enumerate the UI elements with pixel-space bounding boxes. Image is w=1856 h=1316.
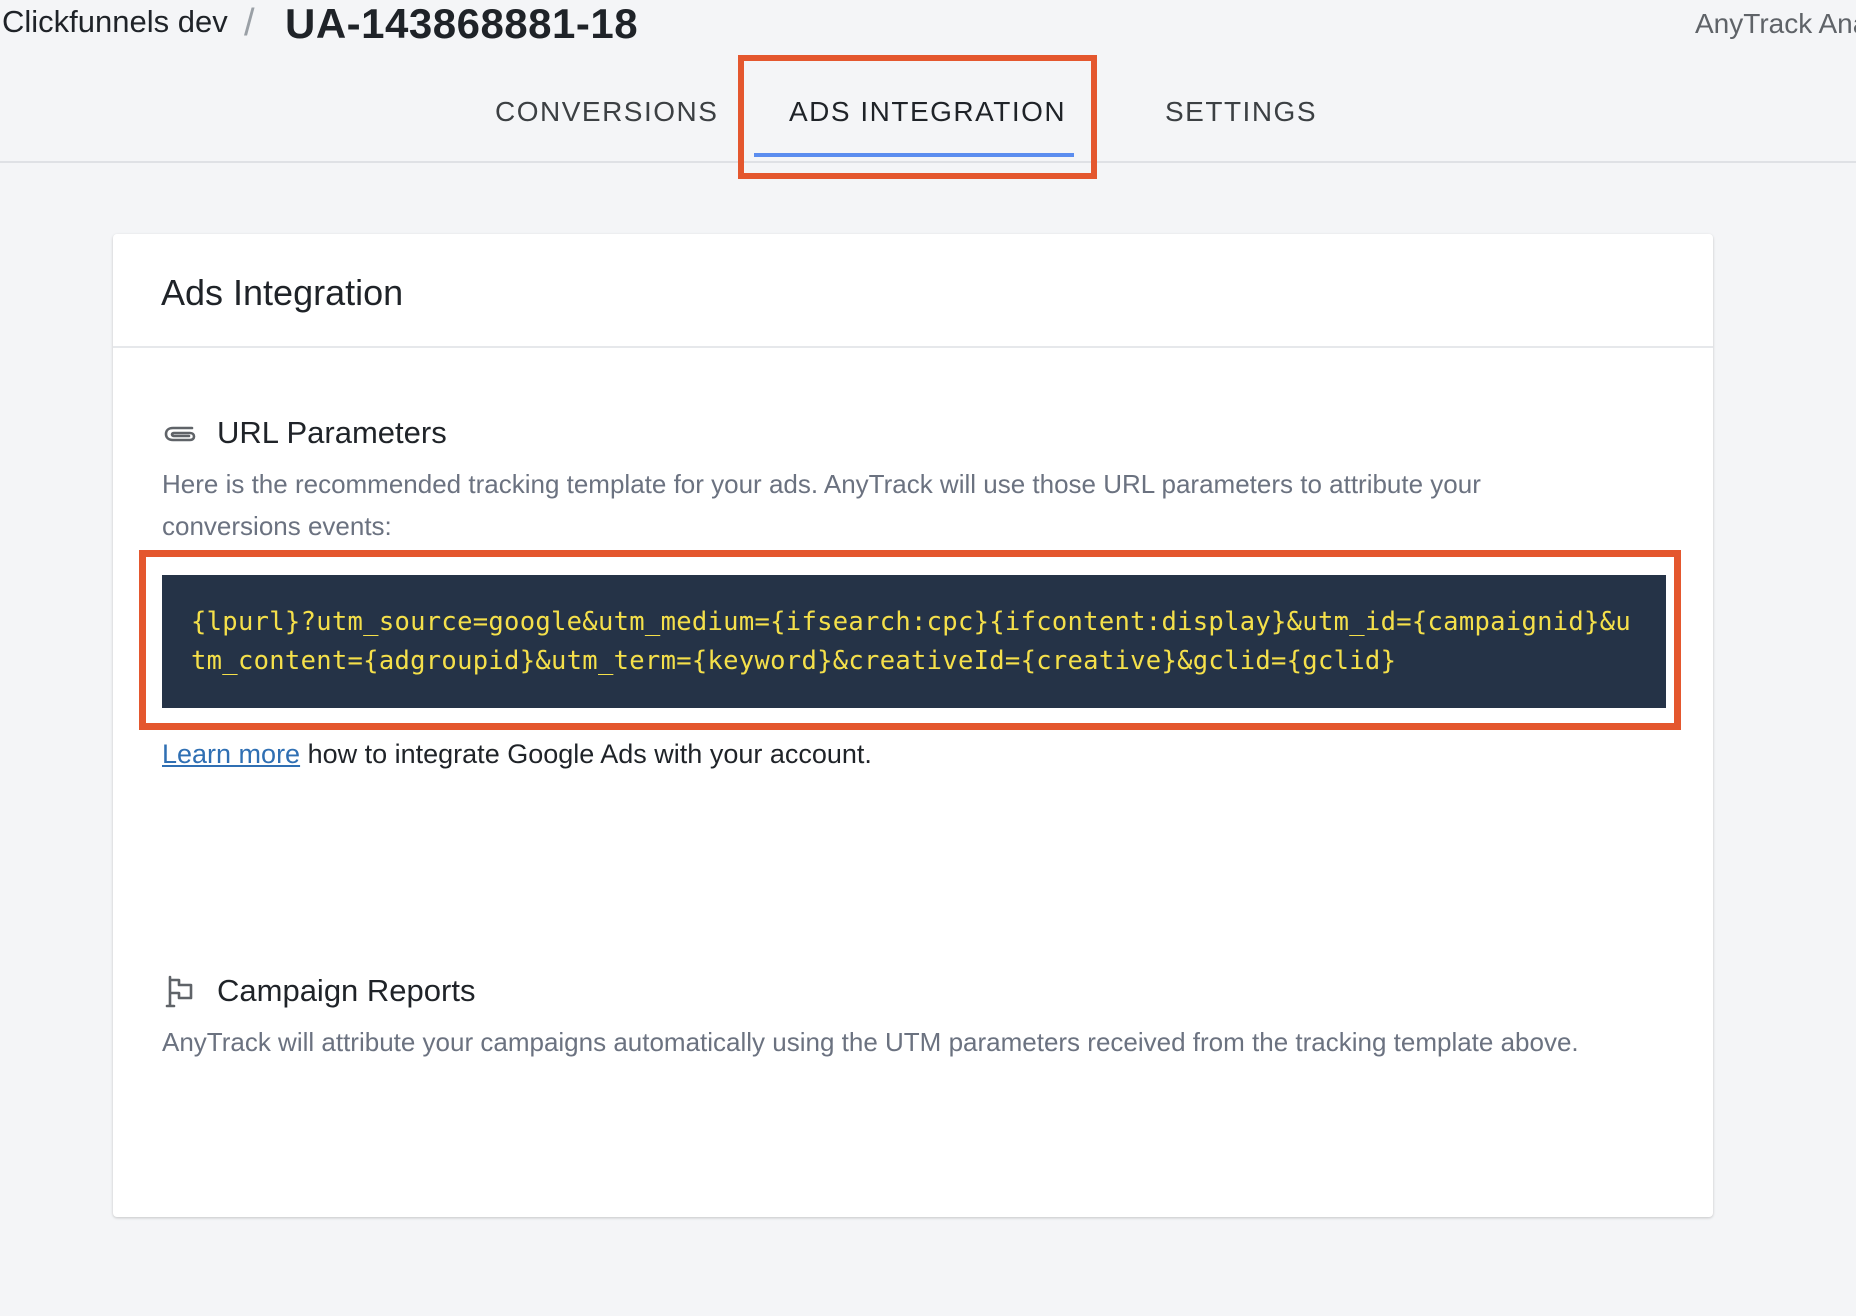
tab-conversions[interactable]: CONVERSIONS (495, 96, 718, 128)
tab-bar: CONVERSIONS ADS INTEGRATION SETTINGS (0, 52, 1856, 163)
campaign-reports-title: Campaign Reports (217, 973, 476, 1008)
tab-ads-integration[interactable]: ADS INTEGRATION (789, 96, 1066, 128)
learn-more-link[interactable]: Learn more (162, 739, 300, 769)
campaign-reports-header: Campaign Reports (161, 972, 475, 1010)
breadcrumb-separator: / (244, 2, 255, 44)
tab-settings[interactable]: SETTINGS (1165, 96, 1317, 128)
learn-more-text: how to integrate Google Ads with your ac… (300, 739, 872, 769)
card-header: Ads Integration (113, 234, 1713, 348)
ads-integration-card: Ads Integration URL Parameters Here is t… (113, 234, 1713, 1217)
breadcrumb-project[interactable]: Clickfunnels dev (2, 4, 228, 40)
page-title: UA-143868881-18 (285, 0, 639, 47)
url-parameters-description: Here is the recommended tracking templat… (162, 469, 1481, 541)
url-parameters-header: URL Parameters (161, 414, 447, 452)
top-bar: Clickfunnels dev / UA-143868881-18 AnyTr… (0, 0, 1856, 52)
url-parameters-title: URL Parameters (217, 415, 447, 450)
card-title: Ads Integration (161, 272, 404, 313)
learn-more-row: Learn more how to integrate Google Ads w… (162, 739, 872, 770)
brand-name: AnyTrack Analytics (1695, 8, 1856, 39)
active-tab-indicator (754, 153, 1074, 157)
campaign-reports-description: AnyTrack will attribute your campaigns a… (162, 1027, 1579, 1057)
flag-icon (161, 972, 199, 1010)
paperclip-icon (161, 414, 199, 452)
tracking-template-code[interactable]: {lpurl}?utm_source=google&utm_medium={if… (162, 575, 1666, 708)
